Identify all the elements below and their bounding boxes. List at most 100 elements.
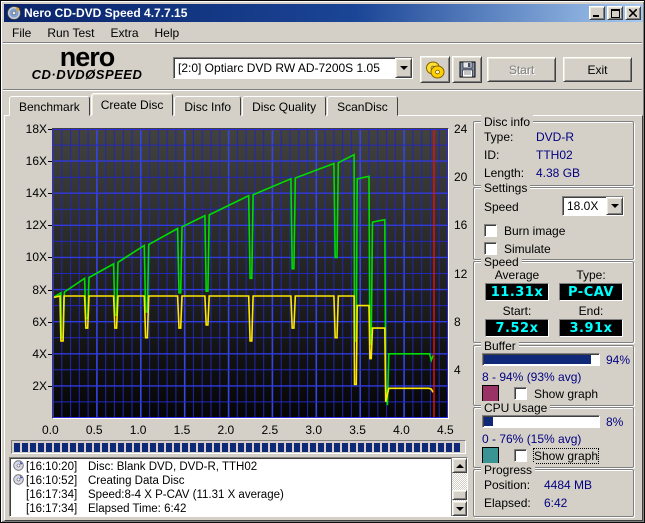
progress-block [142, 442, 148, 452]
x-axis-tick: 4.0 [393, 423, 410, 437]
menu-item-extra[interactable]: Extra [102, 24, 146, 42]
progress-block [262, 442, 268, 452]
chevron-down-icon [610, 204, 619, 208]
axis-tick [48, 161, 52, 163]
x-axis-tick: 0.0 [42, 423, 59, 437]
progress-block [254, 442, 260, 452]
disc-glyph: Ø [85, 67, 96, 82]
y-axis-right-tick: 24 [454, 122, 468, 136]
progress-block [70, 442, 76, 452]
log-text: Disc: Blank DVD, DVD-R, TTH02 [88, 461, 258, 473]
progress-block [166, 442, 172, 452]
buffer-bar [482, 353, 600, 366]
drive-select-dropdown-button[interactable] [395, 58, 412, 78]
position-label: Position: [484, 478, 531, 492]
y-axis-right-tick: 12 [454, 266, 468, 281]
log-entry: [16:10:20] Disc: Blank DVD, DVD-R, TTH02 [13, 460, 450, 474]
arrow-up-icon [455, 463, 464, 468]
maximize-button[interactable] [607, 6, 623, 20]
app-window: Nero CD-DVD Speed 4.7.7.15 File Run Test E… [0, 0, 645, 523]
tab-disc-quality[interactable]: Disc Quality [242, 96, 327, 116]
title-bar: Nero CD-DVD Speed 4.7.7.15 [4, 4, 643, 22]
drive-select[interactable]: [2:0] Optiarc DVD RW AD-7200S 1.05 [173, 57, 413, 79]
progress-block [398, 442, 404, 452]
progress-block [126, 442, 132, 452]
create-disc-button[interactable] [420, 56, 450, 83]
exit-button[interactable]: Exit [563, 57, 632, 82]
x-axis-tick: 2.0 [217, 423, 235, 437]
speed-group-title: Speed [481, 255, 522, 269]
menu-item-file[interactable]: File [4, 24, 39, 42]
buffer-show-graph-checkbox[interactable] [514, 387, 527, 400]
log-timestamp: [16:10:20] [26, 461, 78, 473]
progress-block [342, 442, 348, 452]
start-button[interactable]: Start [487, 57, 556, 82]
scrollbar-track[interactable] [452, 473, 467, 501]
cpu-show-graph-checkbox[interactable] [514, 449, 527, 462]
log-timestamp: [16:17:34] [26, 503, 78, 515]
disc-info-group: Disc info Type: DVD-R ID: TTH02 Length: … [473, 115, 634, 186]
progress-block [454, 442, 460, 452]
nero-logo-text: nero [59, 42, 116, 72]
save-button[interactable] [452, 56, 482, 83]
end-speed-display: 3.91x [559, 319, 623, 337]
tab-disc-info[interactable]: Disc Info [174, 96, 242, 116]
log-text: Creating Data Disc [88, 475, 185, 487]
buffer-percent: 94% [606, 353, 631, 367]
scroll-up-button[interactable] [452, 458, 467, 473]
burn-disc-icon [426, 61, 445, 78]
menu-item-help[interactable]: Help [147, 24, 188, 42]
buffer-range: 8 - 94% (93% avg) [482, 370, 582, 384]
x-axis-tick: 0.5 [85, 423, 103, 437]
progress-block [382, 442, 388, 452]
y-axis-left-tick: 18X [25, 122, 47, 136]
progress-block [78, 442, 84, 452]
progress-block [134, 442, 140, 452]
tab-benchmark[interactable]: Benchmark [9, 96, 90, 116]
end-label: End: [578, 304, 604, 318]
cd-dvd-speed-logo-text: CD·DVDØSPEED [31, 67, 143, 82]
tab-scandisc[interactable]: ScanDisc [327, 96, 398, 116]
average-speed-display: 11.31x [485, 283, 549, 301]
simulate-checkbox[interactable] [484, 242, 497, 255]
menu-bar: File Run Test Extra Help [4, 23, 643, 42]
progress-block [190, 442, 196, 452]
speed-select[interactable]: 18.0X [562, 196, 624, 216]
progress-block [182, 442, 188, 452]
tab-create-disc[interactable]: Create Disc [90, 93, 174, 116]
progress-title: Progress [481, 463, 536, 477]
axis-tick [48, 225, 52, 227]
progress-block [174, 442, 180, 452]
speed-select-dropdown-button[interactable] [606, 197, 623, 215]
log-scrollbar[interactable] [451, 458, 467, 516]
cpu-usage-group: CPU Usage 8% 0 - 76% (15% avg) Show grap… [473, 401, 634, 468]
progress-block [374, 442, 380, 452]
progress-block [414, 442, 420, 452]
elapsed-label: Elapsed: [484, 496, 531, 510]
progress-block [86, 442, 92, 452]
speed-type-display: P-CAV [559, 283, 623, 301]
drive-select-value: [2:0] Optiarc DVD RW AD-7200S 1.05 [178, 61, 380, 75]
progress-block [446, 442, 452, 452]
progress-block [286, 442, 292, 452]
log-entry: [16:10:52] Creating Data Disc [13, 474, 450, 488]
x-axis-tick: 4.5 [437, 423, 454, 437]
y-axis-left-tick: 2X [32, 378, 47, 393]
scroll-down-button[interactable] [452, 501, 467, 516]
x-axis-tick: 2.5 [261, 423, 279, 437]
y-axis-left-tick: 16X [25, 154, 47, 169]
disc-info-title: Disc info [481, 115, 534, 129]
menu-item-run-test[interactable]: Run Test [39, 24, 102, 42]
arrow-down-icon [455, 506, 464, 511]
y-axis-left-tick: 8X [32, 282, 47, 297]
settings-title: Settings [481, 181, 531, 195]
type-label: Type: [576, 268, 606, 282]
scrollbar-thumb[interactable] [452, 490, 467, 500]
progress-block [390, 442, 396, 452]
axis-tick [48, 289, 52, 291]
minimize-button[interactable] [589, 6, 605, 20]
burn-image-checkbox[interactable] [484, 224, 497, 237]
progress-block [326, 442, 332, 452]
close-button[interactable] [625, 6, 641, 20]
log-timestamp: [16:10:52] [26, 475, 78, 487]
